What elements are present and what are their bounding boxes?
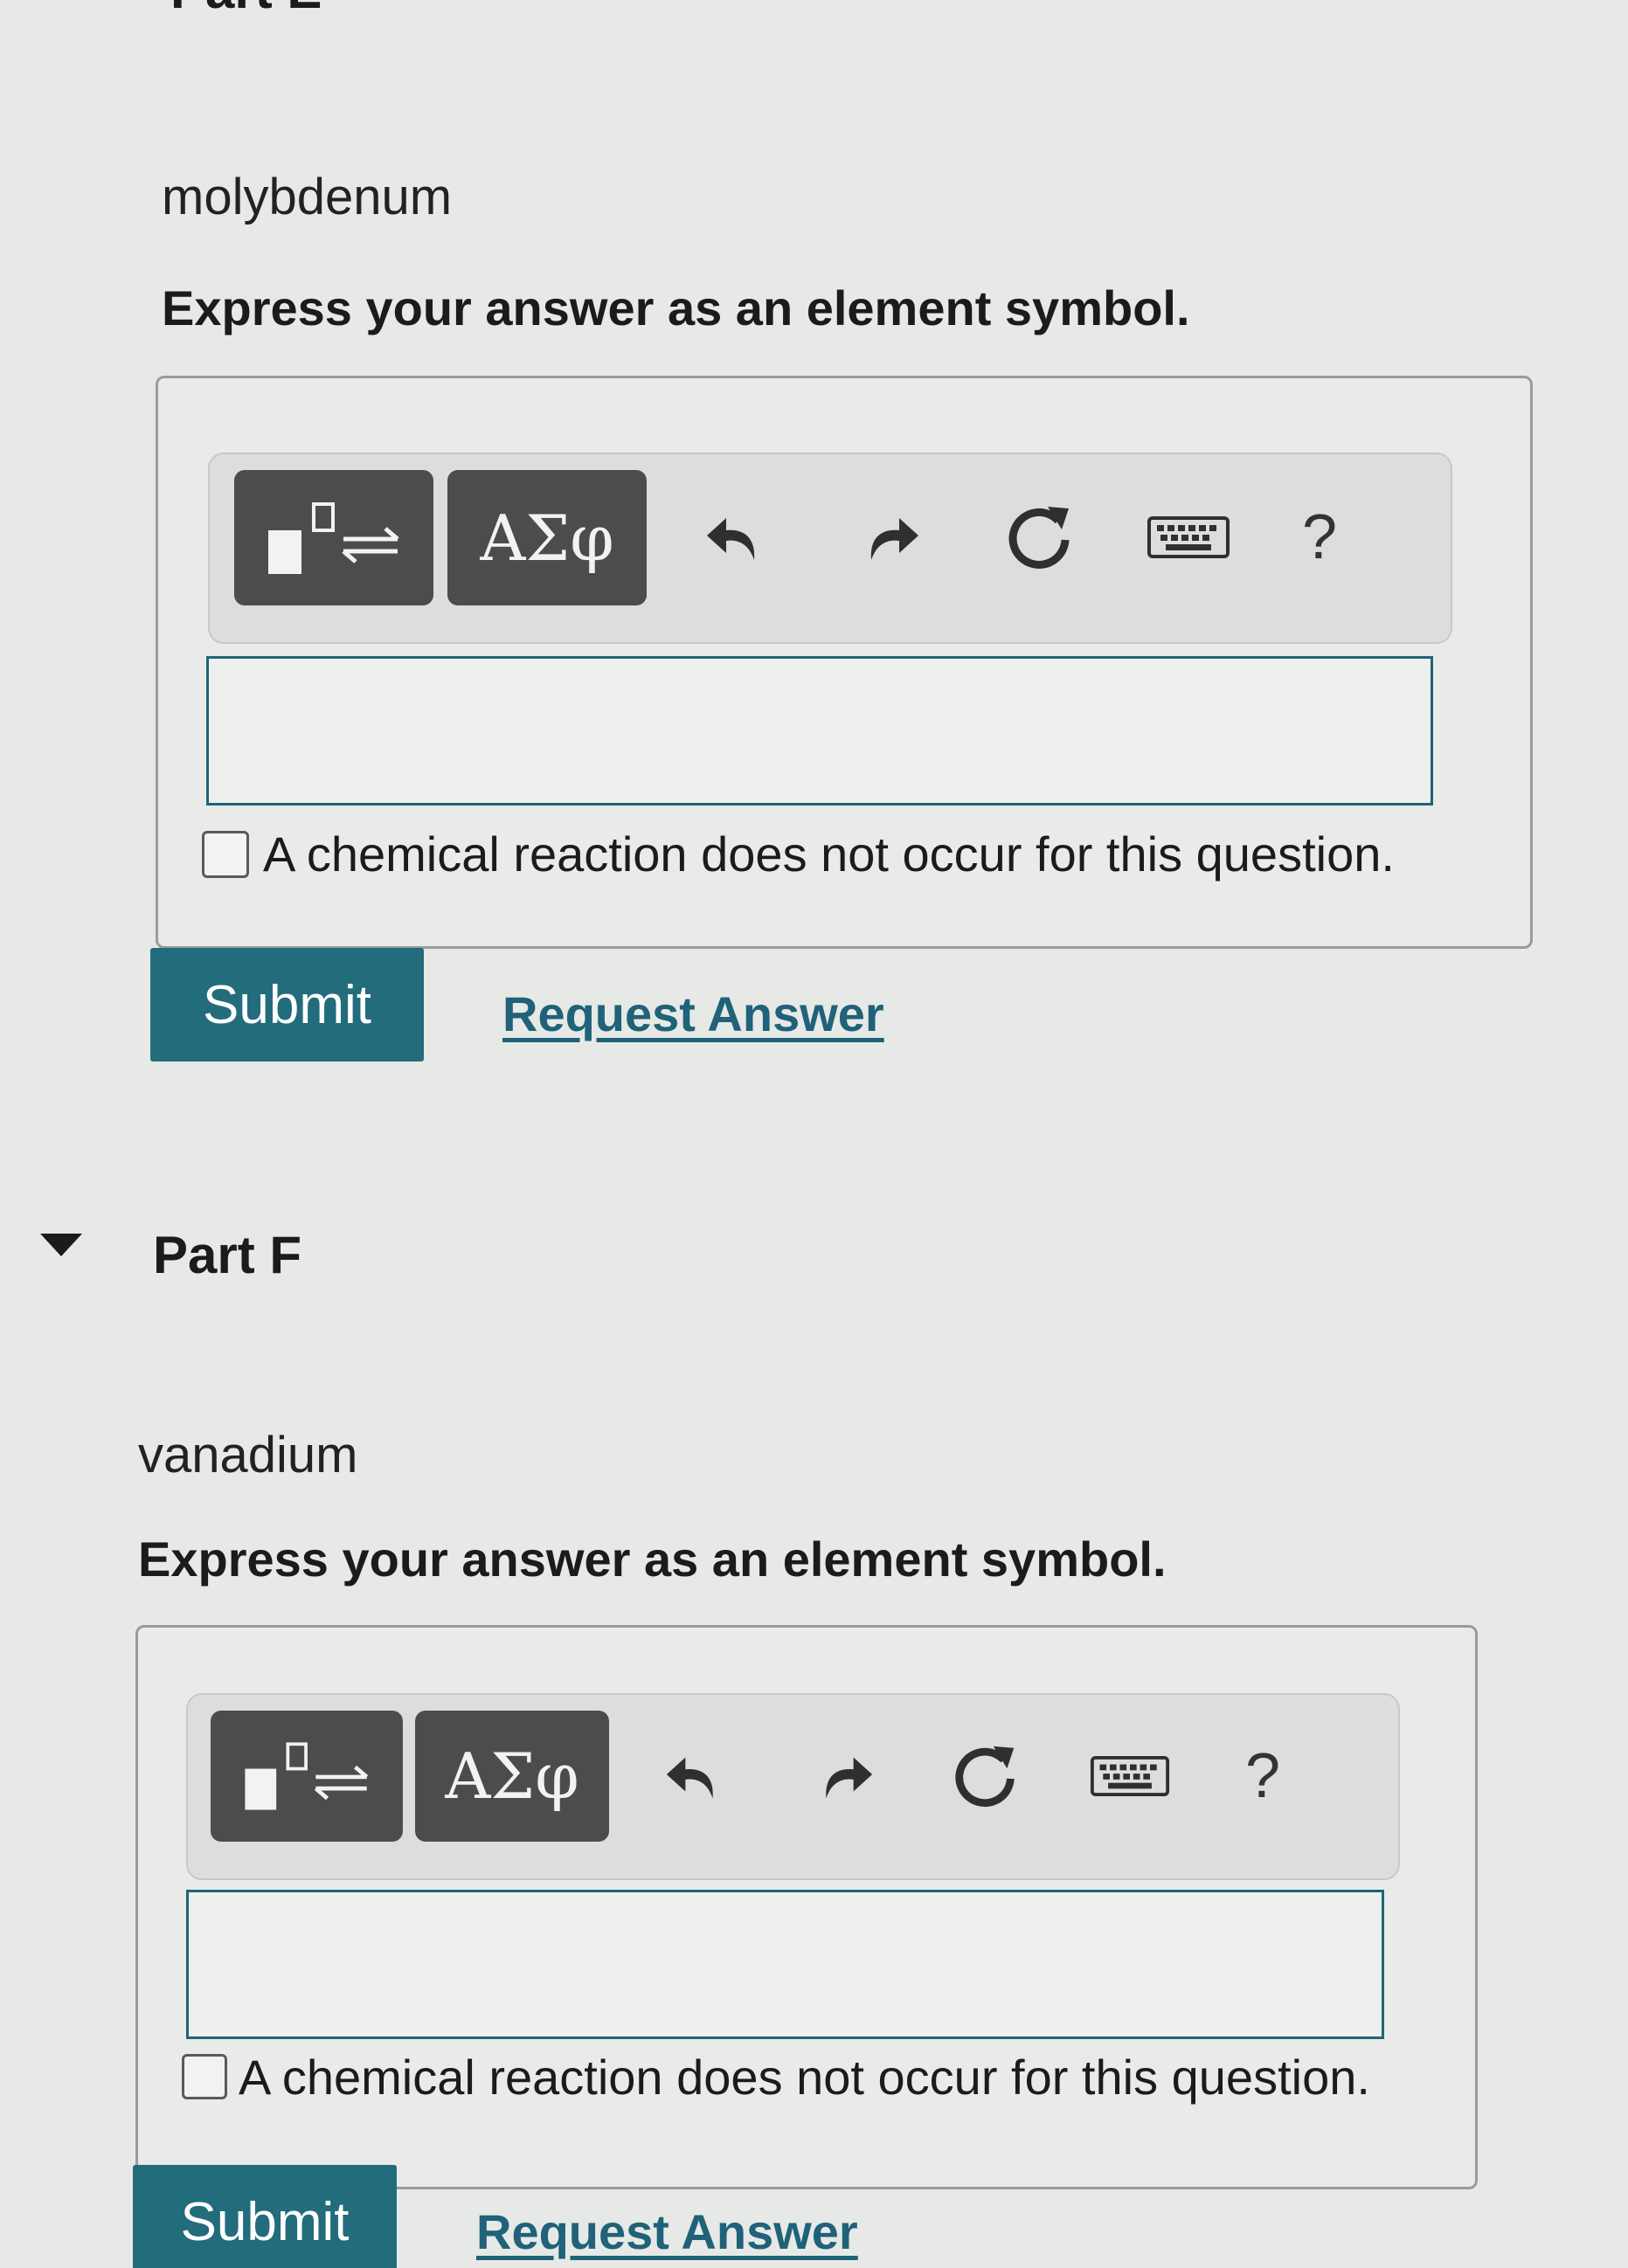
part-f-no-reaction-checkbox[interactable] bbox=[182, 2054, 227, 2099]
part-e-instruction: Express your answer as an element symbol… bbox=[162, 280, 1190, 335]
part-e-no-reaction-label: A chemical reaction does not occur for t… bbox=[263, 826, 1395, 882]
keyboard-icon bbox=[1147, 516, 1230, 558]
part-f-answer-box: ΑΣφ ? A chemical reaction does not occur… bbox=[135, 1625, 1478, 2189]
undo-icon bbox=[666, 1757, 713, 1798]
part-e-submit-button[interactable]: Submit bbox=[150, 948, 424, 1061]
part-f-collapse-toggle[interactable] bbox=[37, 1230, 89, 1265]
part-e-no-reaction-checkbox[interactable] bbox=[202, 831, 249, 878]
part-f-element: vanadium bbox=[138, 1427, 358, 1483]
reset-button[interactable] bbox=[992, 489, 1088, 585]
part-e-element: molybdenum bbox=[162, 169, 453, 225]
reset-button[interactable] bbox=[939, 1730, 1031, 1822]
undo-button[interactable] bbox=[690, 489, 786, 585]
redo-button[interactable] bbox=[795, 1730, 887, 1822]
part-e-heading-text: Part E bbox=[170, 0, 322, 10]
template-button[interactable] bbox=[234, 470, 433, 605]
redo-button[interactable] bbox=[839, 489, 935, 585]
greek-symbols-button[interactable]: ΑΣφ bbox=[415, 1711, 609, 1842]
part-e-request-answer-link[interactable]: Request Answer bbox=[502, 985, 884, 1042]
part-e-answer-box: ΑΣφ ? A chemical reaction does not occur… bbox=[156, 376, 1533, 949]
redo-icon bbox=[825, 1757, 872, 1798]
redo-icon bbox=[870, 518, 918, 560]
part-f-no-reaction-label: A chemical reaction does not occur for t… bbox=[239, 2050, 1370, 2105]
undo-icon bbox=[707, 518, 755, 560]
page: Part E molybdenum Express your answer as… bbox=[0, 0, 1628, 2268]
greek-symbols-button[interactable]: ΑΣφ bbox=[447, 470, 647, 605]
help-button[interactable]: ? bbox=[1223, 1730, 1302, 1822]
part-e-heading: Part E bbox=[170, 0, 322, 10]
part-f-request-answer-link[interactable]: Request Answer bbox=[476, 2203, 858, 2260]
part-e-answer-input[interactable] bbox=[206, 656, 1433, 806]
part-f-title: Part F bbox=[153, 1226, 302, 1284]
template-reaction-icon bbox=[245, 1742, 369, 1810]
part-f-answer-input[interactable] bbox=[186, 1890, 1384, 2039]
keyboard-button[interactable] bbox=[1132, 489, 1245, 585]
part-f-toolbar: ΑΣφ ? bbox=[186, 1693, 1400, 1880]
part-f-submit-button[interactable]: Submit bbox=[133, 2165, 397, 2268]
undo-button[interactable] bbox=[651, 1730, 743, 1822]
part-e-toolbar: ΑΣφ ? bbox=[208, 453, 1452, 644]
template-reaction-icon bbox=[268, 501, 399, 574]
caret-down-icon bbox=[40, 1234, 82, 1256]
help-button[interactable]: ? bbox=[1280, 489, 1359, 585]
keyboard-button[interactable] bbox=[1075, 1730, 1184, 1822]
keyboard-icon bbox=[1090, 1755, 1169, 1796]
reset-icon bbox=[1008, 507, 1070, 569]
template-button[interactable] bbox=[211, 1711, 403, 1842]
part-f-instruction: Express your answer as an element symbol… bbox=[138, 1532, 1167, 1587]
reset-icon bbox=[954, 1746, 1015, 1807]
